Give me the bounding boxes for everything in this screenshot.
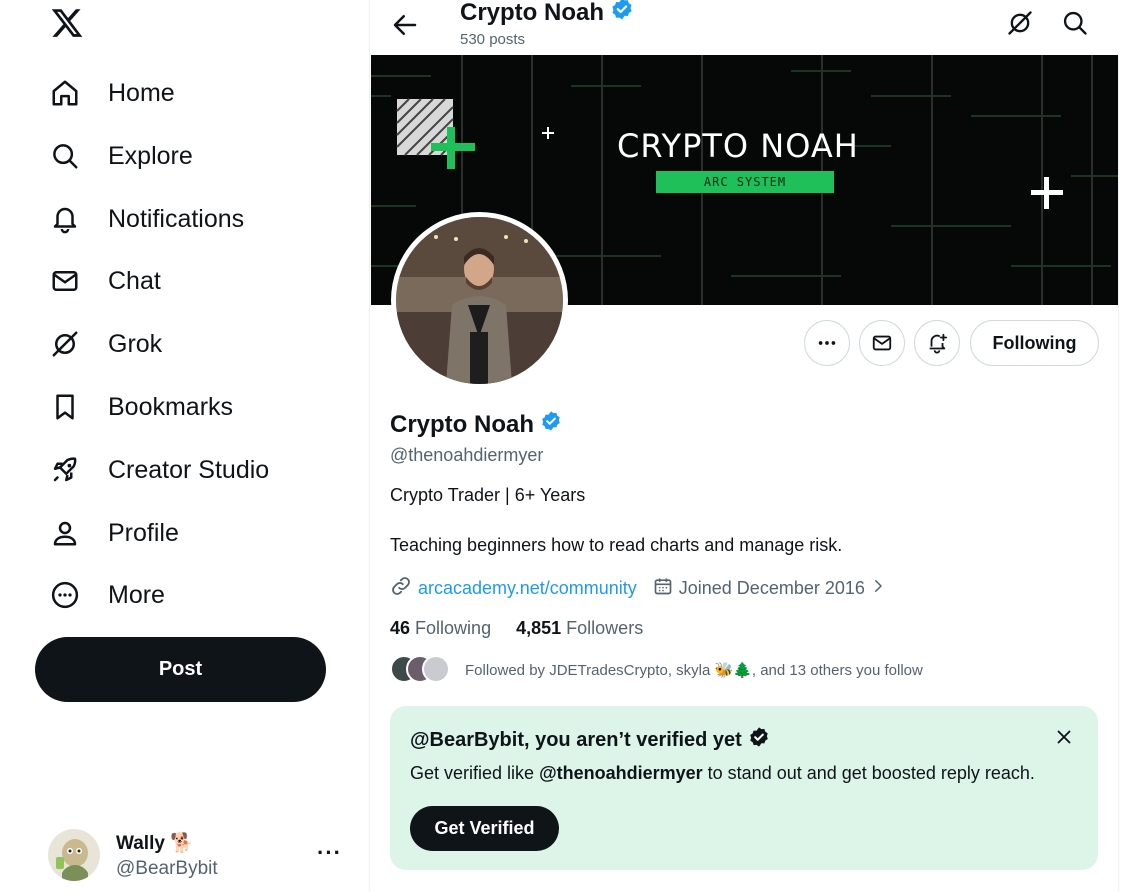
verification-prompt: @BearBybit, you aren’t verified yet Get … — [390, 706, 1098, 870]
calendar-icon — [653, 576, 673, 601]
nav-more[interactable]: More — [48, 570, 165, 620]
nav-profile[interactable]: Profile — [48, 508, 179, 558]
verify-desc-suffix: to stand out and get boosted reply reach… — [702, 763, 1035, 783]
account-name: Wally 🐕 — [116, 832, 194, 854]
nav-notifications[interactable]: Notifications — [48, 194, 244, 244]
account-handle: @BearBybit — [116, 857, 218, 879]
bell-icon — [48, 202, 82, 236]
more-dots-icon — [818, 341, 836, 345]
profile-name-row: Crypto Noah — [390, 410, 562, 439]
nav-profile-label: Profile — [108, 518, 179, 547]
post-count: 530 posts — [460, 31, 526, 48]
following-label: Following — [415, 618, 492, 638]
following-link[interactable]: 46 Following — [390, 618, 491, 638]
bookmark-icon — [48, 390, 82, 424]
avatar — [48, 829, 100, 881]
nav-grok[interactable]: Grok — [48, 319, 162, 369]
nav-more-label: More — [108, 580, 165, 609]
home-icon — [48, 76, 82, 110]
header-name: Crypto Noah — [460, 0, 604, 26]
profile-meta: arcacademy.net/community Joined December… — [390, 575, 887, 602]
sidebar: Home Explore Notifications Chat Grok Boo… — [0, 0, 370, 892]
search-icon[interactable] — [1061, 9, 1089, 37]
followers-count: 4,851 — [516, 618, 562, 638]
profile-avatar[interactable] — [391, 212, 568, 389]
followed-by-text: Followed by JDETradesCrypto, skyla 🐝🌲, a… — [465, 662, 923, 679]
follow-counts: 46 Following 4,851 Followers — [390, 618, 643, 639]
following-button[interactable]: Following — [970, 320, 1099, 366]
person-icon — [48, 516, 82, 550]
avatar — [422, 655, 450, 683]
nav-grok-label: Grok — [108, 329, 163, 358]
chevron-right-icon[interactable] — [869, 577, 887, 600]
envelope-icon — [48, 264, 82, 298]
nav-chat-label: Chat — [108, 266, 161, 295]
verify-title: @BearBybit, you aren’t verified yet — [410, 728, 742, 751]
bell-plus-icon — [929, 333, 948, 354]
verify-title-row: @BearBybit, you aren’t verified yet — [410, 726, 770, 754]
profile-website-link[interactable]: arcacademy.net/community — [418, 578, 637, 599]
more-options-button[interactable] — [804, 320, 850, 366]
account-switcher[interactable]: Wally 🐕 @BearBybit ··· — [48, 828, 358, 882]
nav-home-label: Home — [108, 78, 175, 107]
grok-icon[interactable] — [1006, 9, 1034, 37]
verify-desc-handle: @thenoahdiermyer — [539, 763, 703, 783]
verify-desc-prefix: Get verified like — [410, 763, 540, 783]
search-icon — [48, 139, 82, 173]
following-count: 46 — [390, 618, 411, 638]
account-more-icon[interactable]: ··· — [317, 840, 342, 866]
profile-bio-line-2: Teaching beginners how to read charts an… — [390, 535, 843, 555]
grok-icon — [48, 327, 82, 361]
nav-creator-studio[interactable]: Creator Studio — [48, 445, 269, 495]
header-title: Crypto Noah — [460, 0, 634, 28]
profile-bio-line-1: Crypto Trader | 6+ Years — [390, 485, 586, 505]
banner-title: CRYPTO NOAH — [617, 127, 859, 165]
nav-bookmarks[interactable]: Bookmarks — [48, 382, 233, 432]
x-logo-icon[interactable] — [50, 6, 84, 40]
post-button[interactable]: Post — [35, 637, 326, 702]
verified-badge-icon[interactable] — [540, 410, 562, 439]
link-icon — [390, 575, 412, 602]
followed-by-row[interactable]: Followed by JDETradesCrypto, skyla 🐝🌲, a… — [390, 655, 923, 685]
envelope-icon — [872, 335, 892, 351]
message-button[interactable] — [859, 320, 905, 366]
nav-explore-label: Explore — [108, 141, 193, 170]
nav-notifications-label: Notifications — [108, 204, 245, 233]
more-circle-icon — [48, 578, 82, 612]
banner-subtitle: ARC SYSTEM — [656, 171, 834, 193]
follower-avatars — [390, 655, 450, 685]
close-icon[interactable] — [1053, 726, 1075, 748]
joined-date[interactable]: Joined December 2016 — [679, 578, 865, 599]
notify-button[interactable] — [914, 320, 960, 366]
nav-bookmarks-label: Bookmarks — [108, 392, 234, 421]
followers-label: Followers — [566, 618, 644, 638]
profile-header: Crypto Noah 530 posts — [370, 0, 1120, 55]
verify-description: Get verified like @thenoahdiermyer to st… — [410, 763, 1035, 784]
nav-creator-studio-label: Creator Studio — [108, 455, 270, 484]
nav-chat[interactable]: Chat — [48, 256, 161, 306]
verified-badge-icon — [610, 0, 634, 28]
verified-check-icon — [748, 726, 770, 754]
profile-handle: @thenoahdiermyer — [390, 445, 544, 465]
get-verified-button[interactable]: Get Verified — [410, 806, 559, 851]
nav-explore[interactable]: Explore — [48, 131, 193, 181]
back-arrow-icon[interactable] — [390, 10, 420, 40]
profile-name: Crypto Noah — [390, 410, 534, 438]
rocket-icon — [48, 453, 82, 487]
nav-home[interactable]: Home — [48, 68, 175, 118]
profile-column: Crypto Noah 530 posts CRYPTO NOAH ARC SY… — [369, 0, 1120, 892]
followers-link[interactable]: 4,851 Followers — [516, 618, 643, 638]
